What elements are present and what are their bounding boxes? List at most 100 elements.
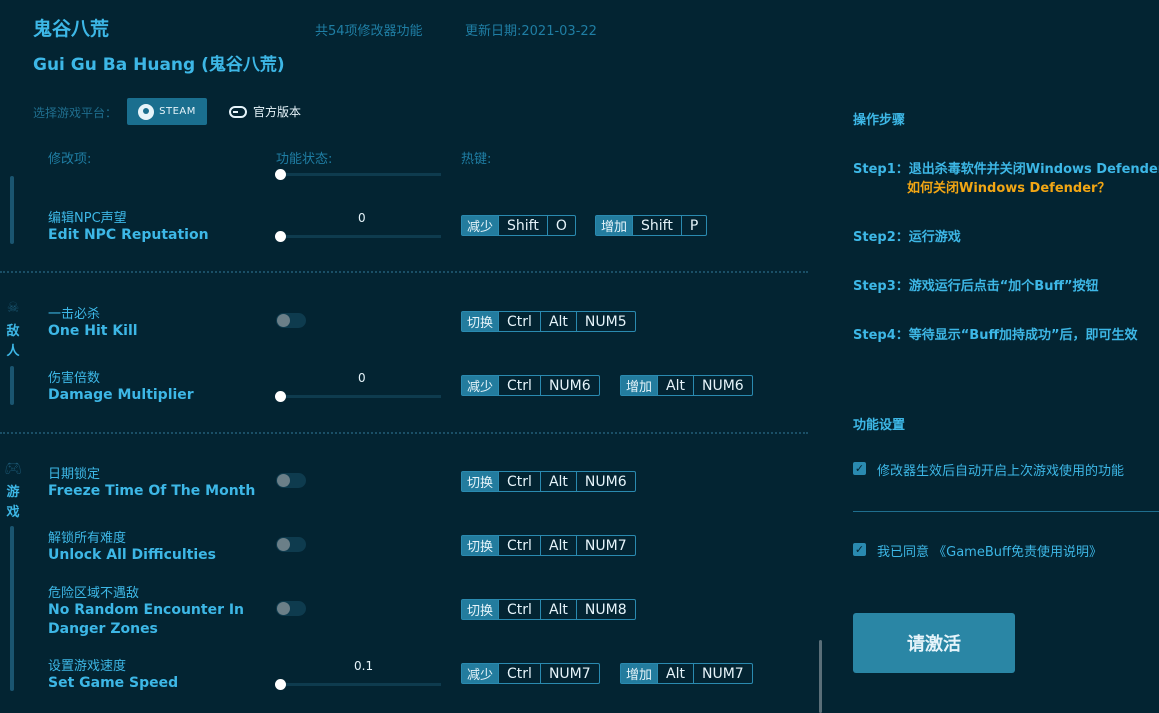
hotkey-decrease[interactable]: 减少 Ctrl NUM7 bbox=[461, 663, 600, 684]
hotkey-key: NUM8 bbox=[575, 600, 635, 619]
feature-cn-name: 日期锁定 bbox=[48, 467, 101, 482]
game-subtitle: Gui Gu Ba Huang (鬼谷八荒) bbox=[33, 55, 285, 75]
hotkey-increase[interactable]: 增加 Shift P bbox=[595, 215, 708, 236]
steps-title: 操作步骤 bbox=[853, 113, 906, 128]
agree-checkbox[interactable]: ✓ bbox=[853, 543, 866, 556]
hotkey-action: 增加 bbox=[621, 664, 658, 683]
steam-platform-button[interactable]: STEAM bbox=[127, 98, 207, 125]
scrollbar[interactable] bbox=[819, 640, 822, 713]
column-hotkey: 热键: bbox=[461, 152, 492, 167]
hotkey-decrease[interactable]: 减少 Ctrl NUM6 bbox=[461, 375, 600, 396]
hotkey-action: 增加 bbox=[621, 376, 658, 395]
slider-knob[interactable] bbox=[275, 679, 286, 690]
hotkey-key: Alt bbox=[657, 376, 693, 395]
auto-enable-checkbox[interactable]: ✓ bbox=[853, 462, 866, 475]
defender-help-link[interactable]: 如何关闭Windows Defender？ bbox=[907, 177, 1110, 196]
activate-button[interactable]: 请激活 bbox=[853, 613, 1015, 673]
hotkey-action: 切换 bbox=[462, 536, 499, 555]
hotkey-increase[interactable]: 增加 Alt NUM7 bbox=[620, 663, 753, 684]
feature-cn-name: 解锁所有难度 bbox=[48, 531, 127, 546]
hotkey-action: 减少 bbox=[462, 216, 499, 235]
feature-cn-name: 危险区域不遇敌 bbox=[48, 586, 140, 601]
feature-cn-name: 设置游戏速度 bbox=[48, 659, 127, 674]
column-state: 功能状态: bbox=[276, 152, 333, 167]
feature-en-name: One Hit Kill bbox=[48, 323, 138, 339]
steam-icon bbox=[138, 103, 155, 120]
feature-en-name: Unlock All Difficulties bbox=[48, 547, 216, 563]
freeze-time-toggle[interactable] bbox=[276, 473, 306, 488]
feature-en-name: No Random Encounter In Danger Zones bbox=[48, 602, 245, 637]
hotkey-key: Alt bbox=[657, 664, 693, 683]
hotkey-decrease[interactable]: 减少 Shift O bbox=[461, 215, 576, 236]
hotkey-toggle[interactable]: 切换 Ctrl Alt NUM6 bbox=[461, 471, 636, 492]
hotkey-action: 减少 bbox=[462, 664, 499, 683]
no-encounter-toggle[interactable] bbox=[276, 601, 306, 616]
reputation-slider[interactable] bbox=[275, 231, 441, 242]
hotkey-action: 切换 bbox=[462, 472, 499, 491]
hotkey-key: P bbox=[680, 216, 706, 235]
gamepad-icon bbox=[229, 105, 247, 118]
game-speed-slider[interactable] bbox=[275, 679, 441, 690]
step-3: Step3：游戏运行后点击“加个Buff”按钮 bbox=[853, 279, 1099, 294]
hotkey-key: NUM5 bbox=[575, 312, 635, 331]
hotkey-key: Shift bbox=[498, 216, 547, 235]
hotkey-key: NUM7 bbox=[539, 664, 599, 683]
unlock-difficulties-toggle[interactable] bbox=[276, 537, 306, 552]
hotkey-key: NUM7 bbox=[692, 664, 752, 683]
hotkey-key: Alt bbox=[539, 312, 576, 331]
gamepad-icon: 🎮︎ bbox=[4, 461, 22, 477]
hotkey-action: 减少 bbox=[462, 376, 499, 395]
skull-icon: ☠ bbox=[6, 300, 20, 316]
scrolled-slider[interactable] bbox=[275, 169, 441, 180]
column-item: 修改项: bbox=[48, 152, 92, 167]
hotkey-toggle[interactable]: 切换 Ctrl Alt NUM5 bbox=[461, 311, 636, 332]
hotkey-action: 切换 bbox=[462, 312, 499, 331]
official-label: 官方版本 bbox=[253, 105, 302, 119]
one-hit-kill-toggle[interactable] bbox=[276, 313, 306, 328]
official-platform-button[interactable]: 官方版本 bbox=[229, 103, 301, 120]
hotkey-key: Shift bbox=[632, 216, 681, 235]
section-divider bbox=[0, 271, 808, 273]
slider-knob[interactable] bbox=[275, 169, 286, 180]
hotkey-action: 切换 bbox=[462, 600, 499, 619]
slider-value: 0 bbox=[358, 371, 366, 385]
feature-count: 共54项修改器功能 bbox=[315, 24, 423, 39]
section-bar bbox=[10, 526, 14, 691]
auto-enable-label: 修改器生效后自动开启上次游戏使用的功能 bbox=[877, 464, 1125, 479]
hotkey-key: NUM6 bbox=[692, 376, 752, 395]
slider-knob[interactable] bbox=[275, 231, 286, 242]
slider-value: 0.1 bbox=[354, 659, 374, 673]
hotkey-toggle[interactable]: 切换 Ctrl Alt NUM7 bbox=[461, 535, 636, 556]
hotkey-key: Ctrl bbox=[498, 312, 540, 331]
section-divider bbox=[0, 432, 808, 434]
damage-slider[interactable] bbox=[275, 391, 441, 402]
section-bar bbox=[10, 366, 14, 405]
hotkey-key: Ctrl bbox=[498, 376, 540, 395]
step-2: Step2：运行游戏 bbox=[853, 230, 961, 245]
hotkey-key: Ctrl bbox=[498, 664, 540, 683]
step-4: Step4：等待显示“Buff加持成功”后，即可生效 bbox=[853, 328, 1138, 343]
hotkey-toggle[interactable]: 切换 Ctrl Alt NUM8 bbox=[461, 599, 636, 620]
platform-label: 选择游戏平台： bbox=[33, 106, 118, 120]
feature-en-name: Set Game Speed bbox=[48, 675, 179, 691]
hotkey-key: Alt bbox=[539, 472, 576, 491]
slider-knob[interactable] bbox=[275, 391, 286, 402]
feature-en-name: Edit NPC Reputation bbox=[48, 227, 209, 243]
hotkey-key: Alt bbox=[539, 600, 576, 619]
update-date: 更新日期:2021-03-22 bbox=[465, 24, 597, 39]
feature-cn-name: 编辑NPC声望 bbox=[48, 211, 127, 226]
slider-value: 0 bbox=[358, 211, 366, 225]
section-label-enemy: 敌人 bbox=[6, 324, 20, 359]
hotkey-key: Ctrl bbox=[498, 536, 540, 555]
step-1: Step1：退出杀毒软件并关闭Windows Defender bbox=[853, 162, 1159, 177]
hotkey-key: NUM7 bbox=[575, 536, 635, 555]
agree-label[interactable]: 我已同意 《GameBuff免责使用说明》 bbox=[877, 541, 1102, 560]
section-label-game: 游戏 bbox=[6, 485, 20, 520]
settings-title: 功能设置 bbox=[853, 418, 906, 433]
hotkey-key: O bbox=[546, 216, 575, 235]
hotkey-key: NUM6 bbox=[575, 472, 635, 491]
hotkey-action: 增加 bbox=[596, 216, 633, 235]
feature-cn-name: 一击必杀 bbox=[48, 307, 101, 322]
section-bar bbox=[10, 176, 14, 244]
hotkey-increase[interactable]: 增加 Alt NUM6 bbox=[620, 375, 753, 396]
